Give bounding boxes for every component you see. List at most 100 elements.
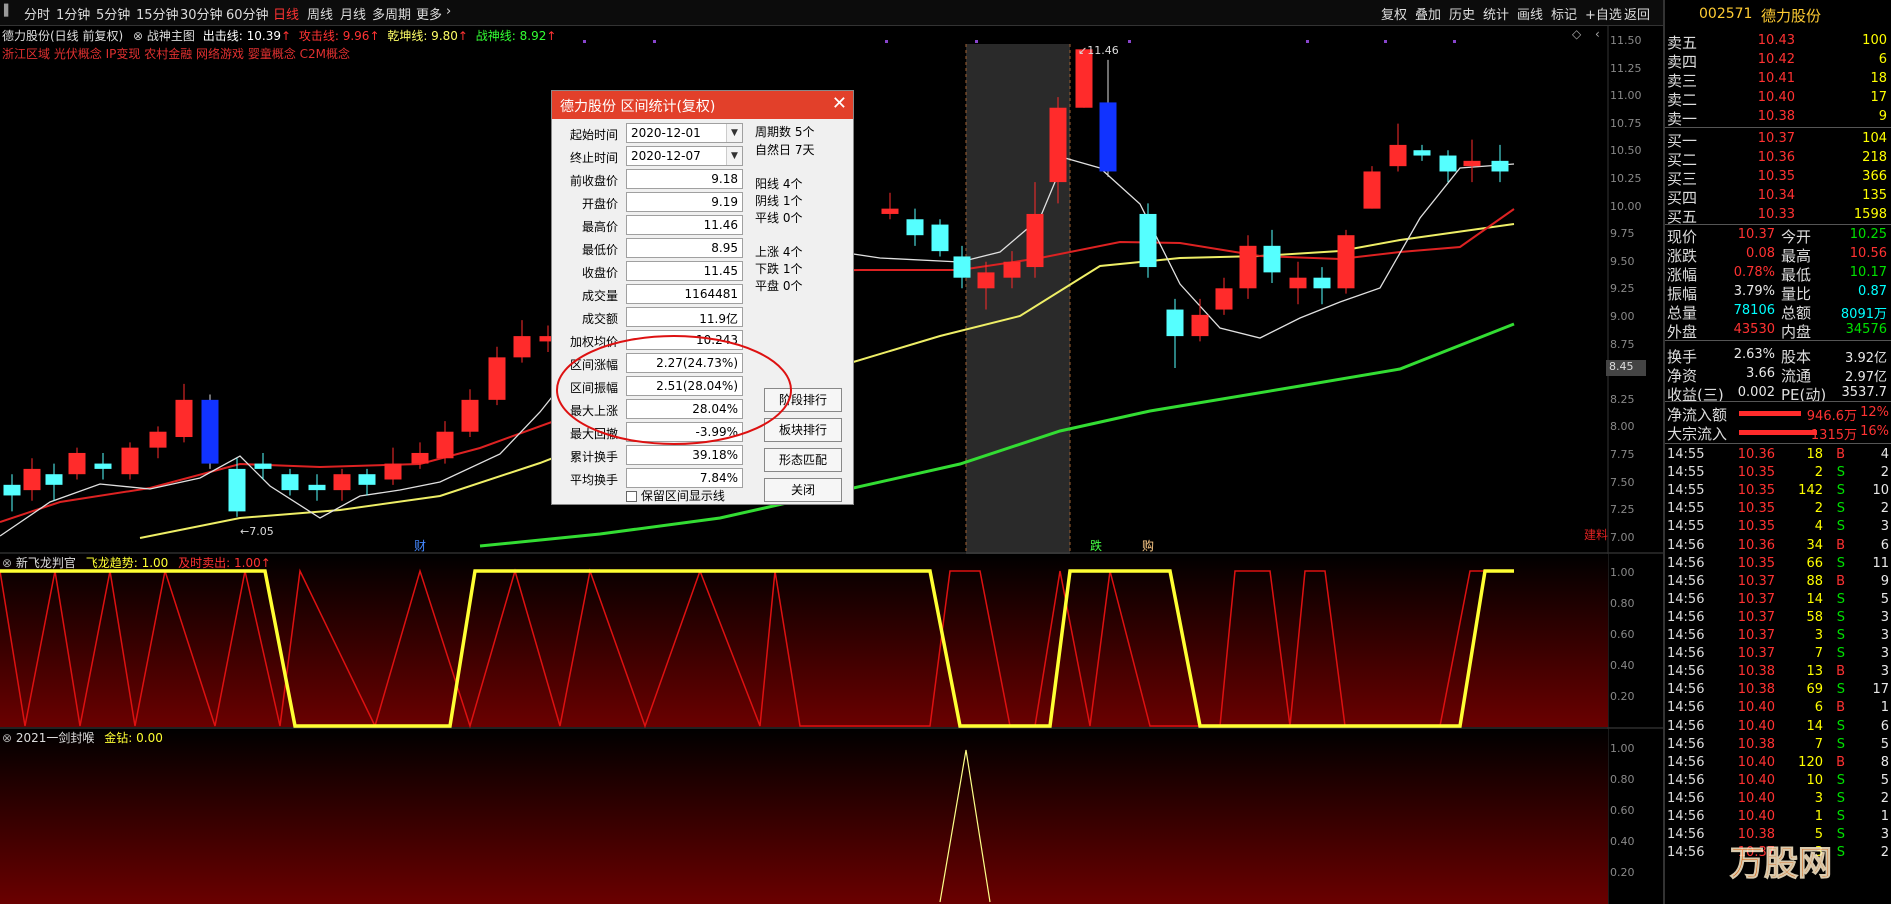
candle-body[interactable]: [23, 468, 41, 491]
tick-side: S: [1836, 519, 1845, 535]
tool-stats[interactable]: 统计: [1483, 4, 1509, 23]
close-icon[interactable]: ✕: [832, 93, 847, 114]
bid-price[interactable]: 10.34: [1735, 188, 1795, 203]
red-ellipse-annotation: [556, 335, 792, 445]
ask-price[interactable]: 10.38: [1735, 109, 1795, 124]
candle-body[interactable]: [1139, 213, 1157, 268]
tool-back[interactable]: 返回: [1624, 4, 1650, 23]
candle-body[interactable]: [68, 452, 86, 475]
candle-body[interactable]: [308, 484, 326, 491]
tool-draw[interactable]: 画线: [1517, 4, 1543, 23]
candle-body[interactable]: [254, 463, 272, 469]
candle-body[interactable]: [1313, 277, 1331, 289]
candle-body[interactable]: [1363, 171, 1381, 209]
tab-period-multi[interactable]: 多周期: [372, 4, 411, 23]
close-button[interactable]: 关闭: [764, 478, 842, 502]
ask-price[interactable]: 10.40: [1735, 90, 1795, 105]
candle-body[interactable]: [149, 431, 167, 448]
chevron-left-icon[interactable]: ‹: [1595, 27, 1600, 41]
tool-mark[interactable]: 标记: [1551, 4, 1577, 23]
candle-body[interactable]: [513, 336, 531, 358]
candle-body[interactable]: [281, 474, 299, 491]
date-select[interactable]: 2020-12-07 ▼: [626, 146, 743, 166]
candle-body[interactable]: [411, 452, 429, 464]
candle-body[interactable]: [977, 272, 995, 289]
tab-period-15min[interactable]: 15分钟: [136, 4, 179, 23]
candle-body[interactable]: [1075, 49, 1093, 108]
ask-price[interactable]: 10.43: [1735, 33, 1795, 48]
candle-body[interactable]: [333, 474, 351, 491]
candle-body[interactable]: [1026, 213, 1044, 268]
menu-icon[interactable]: ▌: [4, 4, 12, 17]
gear-icon[interactable]: ⊗: [2, 731, 12, 745]
chevron-down-icon[interactable]: ▼: [726, 147, 742, 165]
bid-price[interactable]: 10.36: [1735, 150, 1795, 165]
price-tick: 9.75: [1610, 227, 1635, 241]
candle-body[interactable]: [436, 431, 454, 459]
panel3-name[interactable]: 2021一剑封喉: [16, 731, 95, 745]
checkbox-box[interactable]: [626, 491, 637, 502]
candle-body[interactable]: [1191, 314, 1209, 337]
dialog-title[interactable]: 德力股份 区间统计(复权): [552, 91, 853, 119]
tab-period-monthly[interactable]: 月线: [340, 4, 366, 23]
date-select[interactable]: 2020-12-01 ▼: [626, 123, 743, 143]
candle-body[interactable]: [953, 256, 971, 278]
candle-body[interactable]: [1463, 160, 1481, 167]
candle-body[interactable]: [1389, 144, 1407, 167]
candle-body[interactable]: [1263, 245, 1281, 273]
field-label: 成交量: [581, 289, 618, 303]
candle-body[interactable]: [1413, 150, 1431, 156]
gear-icon[interactable]: ⊗: [2, 556, 12, 570]
candle-body[interactable]: [1337, 235, 1355, 289]
ask-price[interactable]: 10.41: [1735, 71, 1795, 86]
candle-body[interactable]: [358, 474, 376, 485]
candle-body[interactable]: [201, 399, 219, 464]
chevron-right-icon[interactable]: ›: [446, 4, 451, 19]
candle-body[interactable]: [384, 463, 402, 480]
tool-history[interactable]: 历史: [1449, 4, 1475, 23]
candle-body[interactable]: [94, 463, 112, 469]
tab-period-1min[interactable]: 1分钟: [56, 4, 90, 23]
keep-interval-checkbox[interactable]: 保留区间显示线: [626, 487, 725, 504]
low-annotation: ←7.05: [240, 525, 274, 538]
bid-price[interactable]: 10.33: [1735, 207, 1795, 222]
price-tick: 9.50: [1610, 254, 1635, 268]
candle-body[interactable]: [228, 468, 246, 512]
field-value: 11.45: [626, 261, 743, 281]
tab-period-5min[interactable]: 5分钟: [96, 4, 130, 23]
ask-price[interactable]: 10.42: [1735, 52, 1795, 67]
candle-body[interactable]: [175, 399, 193, 438]
tab-period-60min[interactable]: 60分钟: [226, 4, 269, 23]
candle-body[interactable]: [1491, 160, 1509, 172]
tab-period-30min[interactable]: 30分钟: [180, 4, 223, 23]
bid-price[interactable]: 10.37: [1735, 131, 1795, 146]
candle-body[interactable]: [3, 484, 21, 496]
bid-price[interactable]: 10.35: [1735, 169, 1795, 184]
tick-volume: 58: [1806, 609, 1823, 625]
candle-body[interactable]: [1166, 309, 1184, 337]
candle-body[interactable]: [931, 224, 949, 252]
tool-overlay[interactable]: 叠加: [1415, 4, 1441, 23]
candle-body[interactable]: [45, 474, 63, 485]
candle-body[interactable]: [906, 219, 924, 236]
tab-period-more[interactable]: 更多: [416, 4, 442, 23]
candle-body[interactable]: [1215, 288, 1233, 310]
panel2-name[interactable]: 新飞龙判官: [16, 556, 76, 570]
tab-period-fenshi[interactable]: 分时: [24, 4, 50, 23]
candle-body[interactable]: [1049, 107, 1067, 183]
candle-body[interactable]: [461, 399, 479, 432]
candle-body[interactable]: [1289, 277, 1307, 289]
candle-body[interactable]: [1439, 155, 1457, 172]
tool-fuquan[interactable]: 复权: [1381, 4, 1407, 23]
candle-body[interactable]: [1099, 102, 1117, 172]
circle-icon[interactable]: ◇: [1572, 27, 1582, 41]
tab-period-daily[interactable]: 日线: [273, 4, 299, 23]
candle-body[interactable]: [488, 357, 506, 400]
tool-add-watchlist[interactable]: +自选: [1585, 4, 1622, 23]
tab-period-weekly[interactable]: 周线: [307, 4, 333, 23]
candle-body[interactable]: [1239, 245, 1257, 289]
candle-body[interactable]: [1003, 261, 1021, 278]
candle-body[interactable]: [121, 447, 139, 475]
candle-body[interactable]: [881, 208, 899, 214]
chevron-down-icon[interactable]: ▼: [726, 124, 742, 142]
